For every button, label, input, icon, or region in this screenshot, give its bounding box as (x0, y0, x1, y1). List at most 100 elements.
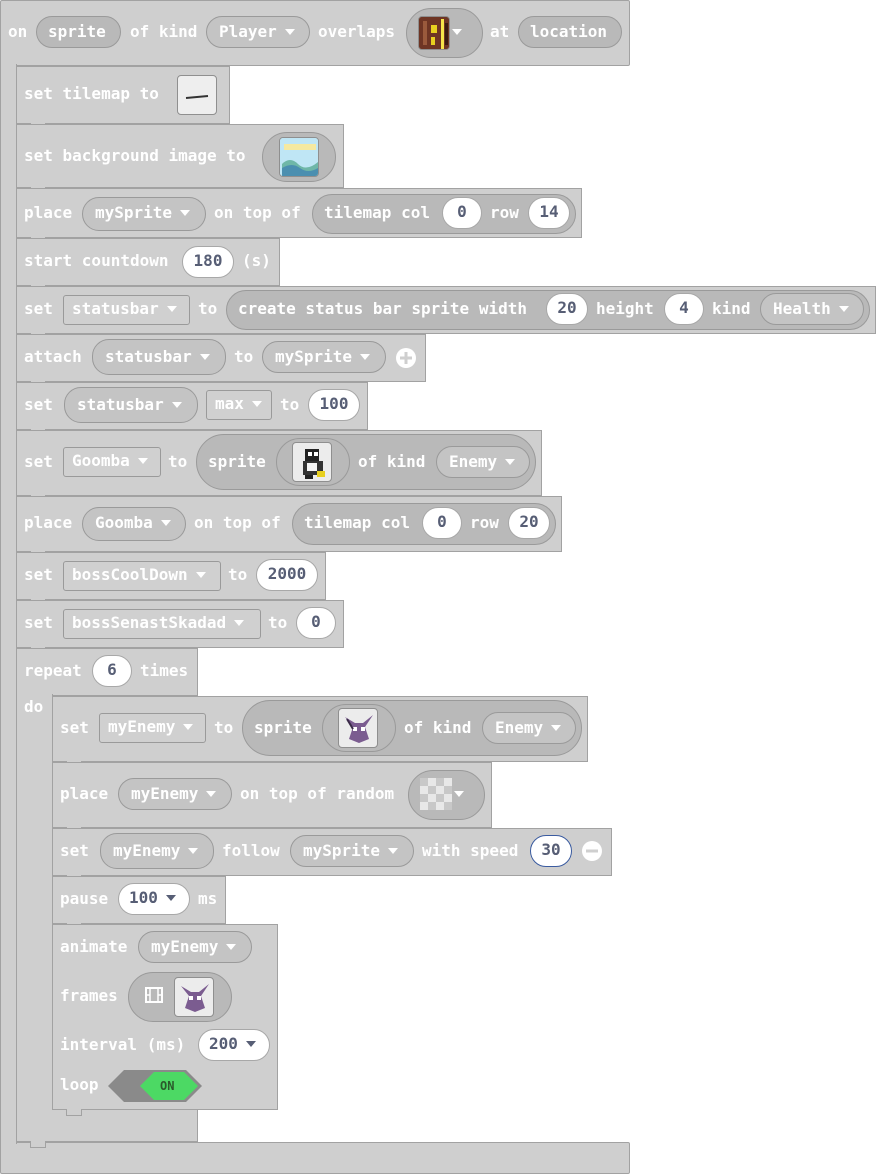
goomba-var-value: Goomba (72, 451, 130, 470)
chevron-down-icon (226, 943, 237, 950)
pause-duration-dropdown[interactable]: 100 (118, 883, 190, 915)
chevron-down-icon (165, 894, 176, 901)
repeat-block-spine (16, 694, 53, 1112)
place-label: place (24, 203, 73, 222)
animate-var-value: myEnemy (151, 937, 219, 956)
goomba-kind-dropdown[interactable]: Enemy (436, 446, 530, 478)
row-input[interactable]: 20 (508, 507, 550, 539)
chevron-down-icon (454, 791, 464, 797)
event-sprite-label: sprite (48, 22, 106, 41)
create-status-bar-label: create status bar sprite width (238, 299, 527, 318)
chevron-down-icon (245, 1040, 256, 1047)
place-enemy-dropdown[interactable]: myEnemy (118, 778, 232, 810)
follow-enemy-value: myEnemy (113, 841, 181, 860)
on-top-of-random-label: on top of random (240, 784, 395, 803)
interval-value: 200 (209, 1034, 238, 1053)
set-label: set (24, 565, 53, 584)
animate-label: animate (60, 937, 128, 956)
bossdamage-var-dropdown[interactable]: bossSenastSkadad (63, 609, 261, 639)
chevron-down-icon (137, 457, 148, 464)
chevron-down-icon (199, 353, 210, 360)
chevron-down-icon (234, 619, 245, 626)
chevron-down-icon (171, 401, 182, 408)
chevron-down-icon (551, 724, 562, 731)
event-block-bottom (0, 1142, 630, 1174)
statusbar-var-dropdown[interactable]: statusbar (63, 295, 190, 325)
place-sprite-value: mySprite (95, 203, 173, 222)
place-goomba-dropdown[interactable]: Goomba (82, 507, 186, 541)
bossdamage-var-value: bossSenastSkadad (72, 613, 227, 632)
to-label: to (280, 395, 300, 414)
place-goomba-value: Goomba (95, 513, 153, 532)
chevron-down-icon (188, 847, 199, 854)
animate-var-dropdown[interactable]: myEnemy (138, 931, 252, 963)
event-kind-value: Player (219, 22, 277, 41)
film-strip-icon (145, 987, 163, 1003)
follow-enemy-dropdown[interactable]: myEnemy (100, 833, 214, 869)
chevron-down-icon (838, 305, 849, 312)
tile-image-icon (418, 16, 450, 50)
tilemap-thumbnail-icon[interactable] (177, 75, 217, 115)
chevron-down-icon (360, 353, 371, 360)
statusbar-max-input[interactable]: 100 (308, 389, 360, 421)
row-input[interactable]: 14 (528, 197, 570, 229)
statusbar-field-value: max (215, 394, 244, 413)
statusbar-kind-dropdown[interactable]: Health (760, 293, 864, 325)
col-input[interactable]: 0 (422, 507, 462, 539)
chevron-down-icon (180, 209, 191, 216)
chevron-down-icon (183, 723, 194, 730)
bat-sprite-icon (338, 708, 378, 748)
loop-label: loop (60, 1075, 99, 1094)
pause-duration-value: 100 (129, 888, 158, 907)
chevron-down-icon (251, 400, 262, 407)
set-label: set (60, 718, 89, 737)
attach-var-dropdown[interactable]: statusbar (92, 339, 226, 375)
statusbar-width-input[interactable]: 20 (546, 293, 588, 325)
enemy-var-dropdown[interactable]: myEnemy (99, 713, 206, 743)
set-background-label: set background image to (24, 146, 246, 165)
tilemap-col-label: tilemap col (304, 513, 410, 532)
to-label: to (168, 452, 188, 471)
bosscooldown-var-value: bossCoolDown (72, 565, 188, 584)
row-label: row (470, 513, 499, 532)
block-notch (66, 1109, 82, 1116)
times-label: times (140, 661, 189, 680)
goomba-kind-value: Enemy (449, 452, 498, 471)
plus-circle-icon[interactable] (395, 347, 417, 369)
interval-dropdown[interactable]: 200 (198, 1029, 270, 1061)
col-input[interactable]: 0 (442, 197, 482, 229)
place-enemy-value: myEnemy (131, 784, 199, 803)
attach-var-value: statusbar (105, 347, 192, 366)
repeat-count-input[interactable]: 6 (92, 655, 132, 687)
ms-label: ms (198, 889, 218, 908)
chevron-down-icon (160, 519, 171, 526)
bosscooldown-var-dropdown[interactable]: bossCoolDown (63, 561, 221, 591)
block-notch (30, 1141, 46, 1148)
chevron-down-icon (388, 847, 399, 854)
event-location-label: location (530, 22, 608, 41)
bosscooldown-input[interactable]: 2000 (256, 559, 318, 591)
loop-toggle[interactable] (108, 1070, 202, 1102)
enemy-kind-dropdown[interactable]: Enemy (482, 712, 576, 744)
goomba-var-dropdown[interactable]: Goomba (63, 447, 161, 477)
place-label: place (24, 513, 73, 532)
statusbar-max-var-dropdown[interactable]: statusbar (64, 387, 198, 423)
follow-speed-input[interactable]: 30 (530, 835, 572, 867)
attach-target-dropdown[interactable]: mySprite (262, 341, 386, 373)
chevron-down-icon (166, 305, 177, 312)
statusbar-field-dropdown[interactable]: max (206, 390, 272, 420)
row-label: row (490, 203, 519, 222)
event-of-kind-label: of kind (130, 22, 198, 41)
minus-circle-icon[interactable] (581, 840, 603, 862)
place-sprite-dropdown[interactable]: mySprite (82, 197, 206, 231)
follow-target-dropdown[interactable]: mySprite (290, 835, 414, 867)
attach-label: attach (24, 347, 82, 366)
enemy-kind-value: Enemy (495, 718, 544, 737)
countdown-input[interactable]: 180 (182, 246, 234, 278)
countdown-unit: (s) (242, 251, 271, 270)
bossdamage-input[interactable]: 0 (296, 607, 336, 639)
bat-frame-icon (174, 977, 214, 1017)
statusbar-height-input[interactable]: 4 (664, 293, 704, 325)
height-label: height (596, 299, 654, 318)
event-kind-dropdown[interactable]: Player (206, 16, 310, 48)
